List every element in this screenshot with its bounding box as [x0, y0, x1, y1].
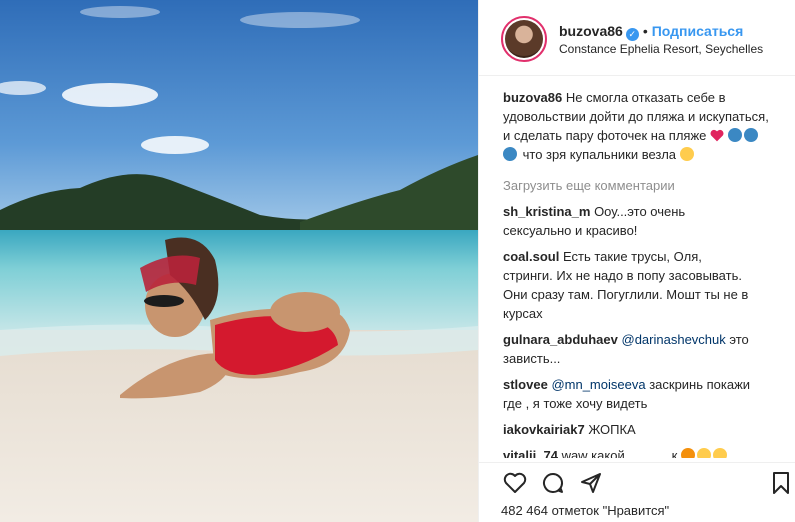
share-icon[interactable]: [579, 471, 603, 495]
comment-mention[interactable]: @darinashevchuk: [622, 332, 726, 347]
wave-emoji-icon: [727, 128, 742, 142]
post-header: buzova86 ✓ • Подписаться Constance Ephelia …: [479, 0, 795, 76]
comment-icon[interactable]: [541, 471, 565, 495]
comment-item: stlovee @mn_moiseeva заскринь покажи где…: [503, 375, 773, 413]
username-line: buzova86 ✓ • Подписаться: [559, 23, 743, 41]
avatar[interactable]: [501, 16, 547, 62]
comment-username[interactable]: coal.soul: [503, 249, 559, 264]
heart-icon[interactable]: [503, 471, 527, 495]
comment-mention[interactable]: @mn_moiseeva: [551, 377, 645, 392]
post-details-panel: buzova86 ✓ • Подписаться Constance Ephelia …: [478, 0, 795, 522]
bookmark-icon[interactable]: [769, 471, 793, 495]
likes-count[interactable]: 482 464 отметок "Нравится": [501, 503, 669, 518]
comment-item: iakovkairiak7 ЖОПКА: [503, 420, 773, 439]
post-actions-bar: 482 464 отметок "Нравится": [479, 462, 795, 522]
emoji-icon: [680, 448, 695, 458]
caption: buzova86 Не смогла отказать себе в удово…: [503, 88, 773, 164]
red-heart-emoji-icon: [710, 129, 724, 142]
comment-username[interactable]: iakovkairiak7: [503, 422, 585, 437]
location-link[interactable]: Constance Ephelia Resort, Seychelles: [559, 42, 763, 56]
comments-list[interactable]: buzova86 Не смогла отказать себе в удово…: [503, 88, 773, 458]
load-more-comments-button[interactable]: Загрузить еще комментарии: [503, 176, 773, 195]
verified-icon: ✓: [625, 28, 639, 41]
comment-username[interactable]: gulnara_abduhaev: [503, 332, 618, 347]
comment-item: coal.soul Есть такие трусы, Оля, стринги…: [503, 247, 773, 323]
comment-username[interactable]: sh_kristina_m: [503, 204, 590, 219]
wave-emoji-icon: [503, 147, 517, 161]
caption-username[interactable]: buzova86: [503, 90, 562, 105]
username-link[interactable]: buzova86: [559, 23, 623, 39]
comment-item: gulnara_abduhaev @darinashevchuk это зав…: [503, 330, 773, 368]
comment-text: ЖОПКА: [588, 422, 636, 437]
separator-dot: •: [642, 23, 648, 39]
post-photo[interactable]: [0, 0, 478, 522]
emoji-icon: [696, 448, 711, 458]
comment-username[interactable]: stlovee: [503, 377, 548, 392]
comment-username[interactable]: vitalii_74: [503, 448, 558, 458]
beach-photo-image: [0, 0, 478, 522]
emoji-icon: [712, 448, 727, 458]
grin-emoji-icon: [679, 147, 694, 161]
follow-button[interactable]: Подписаться: [652, 23, 744, 39]
wave-emoji-icon: [743, 128, 758, 142]
comment-item: sh_kristina_m Ооу...это очень сексуально…: [503, 202, 773, 240]
caption-text-end: что зря купальники везла: [522, 147, 677, 162]
comment-text: waw какой.............к: [561, 448, 678, 458]
comment-item: vitalii_74 waw какой.............к: [503, 446, 773, 458]
